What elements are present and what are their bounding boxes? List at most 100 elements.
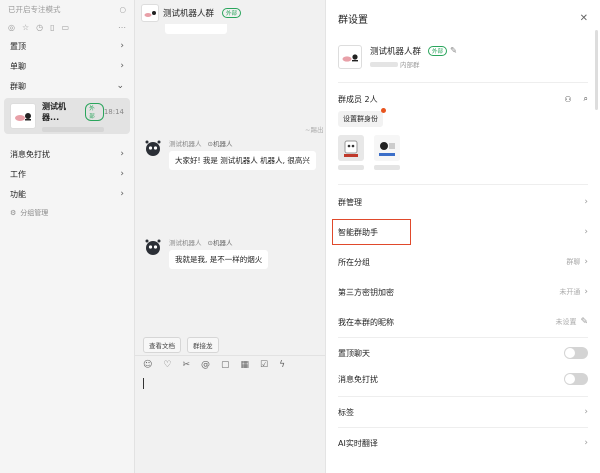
chevron-right-icon: ›	[120, 61, 124, 71]
add-member-icon[interactable]: ⚇	[564, 95, 571, 104]
sender-name: 测试机器人	[169, 239, 202, 247]
bot-tag: 机器人	[212, 239, 233, 247]
sidebar-item-direct[interactable]: 单聊 ›	[0, 56, 134, 76]
member-item[interactable]	[338, 135, 364, 170]
row-label: 所在分组	[338, 257, 370, 267]
row-group-manage[interactable]: 群管理 ›	[326, 187, 600, 217]
bookmark-icon[interactable]: ▭	[62, 23, 70, 32]
close-icon[interactable]: ✕	[580, 13, 588, 24]
row-value: 未开通	[559, 288, 581, 296]
sidebar-item-muted[interactable]: 消息免打扰 ›	[0, 144, 134, 164]
chat-time: 18:14	[103, 107, 124, 116]
settings-icon: ⚙	[10, 209, 17, 217]
sidebar-item-pinned[interactable]: 置顶 ›	[0, 36, 134, 56]
doc-icon[interactable]: ▯	[50, 23, 54, 32]
group-manage-label: 分组管理	[20, 209, 49, 217]
group-relay-chip[interactable]: 群接龙	[187, 337, 219, 353]
member-name	[338, 165, 364, 170]
set-identity-label: 设置群身份	[343, 115, 378, 123]
lightning-icon[interactable]: ϟ	[279, 360, 285, 370]
row-group-folder[interactable]: 所在分组 群聊 ›	[326, 247, 600, 277]
members-label: 群成员 2人	[338, 94, 378, 104]
mute-toggle[interactable]	[564, 373, 588, 385]
history-icon[interactable]: ◷	[36, 23, 43, 32]
edit-icon[interactable]: ✎	[450, 46, 457, 56]
row-value: 群聊	[566, 258, 581, 266]
sidebar-item-label: 功能	[10, 189, 26, 199]
star-icon[interactable]: ☆	[22, 23, 29, 32]
member-name	[374, 165, 400, 170]
chevron-right-icon: ›	[584, 438, 588, 448]
chat-list-item[interactable]: 测试机器... 外部 18:14	[4, 98, 130, 134]
sidebar: 已开启专注模式 ○ ◎ ☆ ◷ ▯ ▭ ⋯ 置顶 › 单聊 › 群聊 ⌄ 测试机…	[0, 0, 135, 473]
row-value: 未设置	[555, 318, 577, 326]
scissors-icon[interactable]: ✂	[182, 360, 190, 370]
sender-name: 测试机器人	[169, 140, 202, 148]
group-avatar	[338, 45, 362, 69]
focus-mode-bar[interactable]: 已开启专注模式 ○	[0, 0, 134, 18]
member-item[interactable]	[374, 135, 400, 170]
pin-chat-toggle[interactable]	[564, 347, 588, 359]
search-icon[interactable]: ⌕	[584, 94, 588, 104]
scrollbar[interactable]	[595, 30, 598, 110]
at-icon[interactable]: ◎	[8, 23, 15, 32]
focus-mode-label: 已开启专注模式	[8, 4, 61, 14]
sidebar-item-label: 工作	[10, 169, 26, 179]
message-bubble: 我就是我, 是不一样的烟火	[169, 250, 269, 269]
bot-avatar[interactable]	[143, 237, 163, 257]
calendar-icon[interactable]: ▦	[241, 360, 250, 370]
emoji-icon[interactable]: ☺	[143, 360, 152, 370]
chevron-right-icon: ›	[584, 227, 588, 237]
chevron-right-icon: ›	[120, 149, 124, 159]
input-toolbar: ☺ ♡ ✂ @ ▢ ▦ ☑ ϟ	[143, 360, 285, 370]
chat-area: 测试机器人群 外部 ~踢出 测试机器人 ⊙机器人 大家好! 我是 测试机器人 机…	[135, 0, 325, 473]
group-info[interactable]: 测试机器人群 外部 ✎ 内部群	[326, 36, 600, 78]
system-note: ~踢出	[305, 126, 324, 134]
thumbs-up-icon[interactable]: ♡	[163, 360, 171, 370]
set-identity-button[interactable]: 设置群身份	[338, 108, 386, 127]
group-name: 测试机器人群	[370, 47, 422, 57]
row-encryption[interactable]: 第三方密钥加密 未开通 ›	[326, 277, 600, 307]
sidebar-item-label: 群聊	[10, 81, 26, 91]
row-nickname[interactable]: 我在本群的昵称 未设置 ✎	[326, 307, 600, 337]
task-icon[interactable]: ☑	[260, 360, 268, 370]
message-input[interactable]	[143, 378, 144, 389]
external-badge: 外部	[428, 46, 448, 56]
sidebar-filter-icons: ◎ ☆ ◷ ▯ ▭ ⋯	[0, 18, 134, 36]
row-ai-translate[interactable]: AI实时翻译 ›	[326, 428, 600, 458]
members-section: 群成员 2人 ⚇ ⌕ 设置群身份	[326, 83, 600, 170]
chevron-right-icon: ›	[120, 41, 124, 51]
group-manage-link[interactable]: ⚙ 分组管理	[0, 204, 134, 222]
chevron-right-icon: ›	[120, 189, 124, 199]
external-badge: 外部	[85, 102, 104, 121]
message-bubble: 大家好! 我是 测试机器人 机器人, 很高兴	[169, 151, 316, 170]
search-icon[interactable]: ○	[119, 5, 126, 14]
chat-preview	[42, 126, 104, 132]
sidebar-item-groups[interactable]: 群聊 ⌄	[0, 76, 134, 96]
row-label: 置顶聊天	[338, 348, 370, 358]
chevron-right-icon: ›	[120, 169, 124, 179]
sidebar-item-label: 置顶	[10, 41, 26, 51]
group-avatar	[10, 103, 36, 129]
highlight-box	[332, 219, 411, 245]
sidebar-item-label: 单聊	[10, 61, 26, 71]
bot-avatar[interactable]	[143, 138, 163, 158]
sidebar-item-work[interactable]: 工作 ›	[0, 164, 134, 184]
folder-icon[interactable]: ▢	[221, 360, 230, 370]
sidebar-item-features[interactable]: 功能 ›	[0, 184, 134, 204]
sidebar-item-label: 消息免打扰	[10, 149, 50, 159]
row-label: AI实时翻译	[338, 438, 378, 448]
quick-actions: 查看文档 群接龙	[143, 337, 219, 353]
group-subtitle: 内部群	[400, 61, 420, 69]
view-docs-chip[interactable]: 查看文档	[143, 337, 181, 353]
edit-icon: ✎	[580, 317, 588, 327]
chat-title: 测试机器人群	[163, 9, 215, 19]
chevron-right-icon: ›	[584, 287, 588, 297]
more-icon[interactable]: ⋯	[118, 23, 126, 32]
mention-icon[interactable]: @	[201, 360, 210, 370]
row-pin-chat: 置顶聊天	[326, 338, 600, 368]
row-tags[interactable]: 标签 ›	[326, 397, 600, 427]
org-name	[370, 61, 398, 67]
chevron-down-icon: ⌄	[116, 81, 124, 91]
group-settings-panel: 群设置 ✕ 测试机器人群 外部 ✎ 内部群 群成员 2人 ⚇ ⌕ 设置群身份 群…	[325, 0, 600, 473]
